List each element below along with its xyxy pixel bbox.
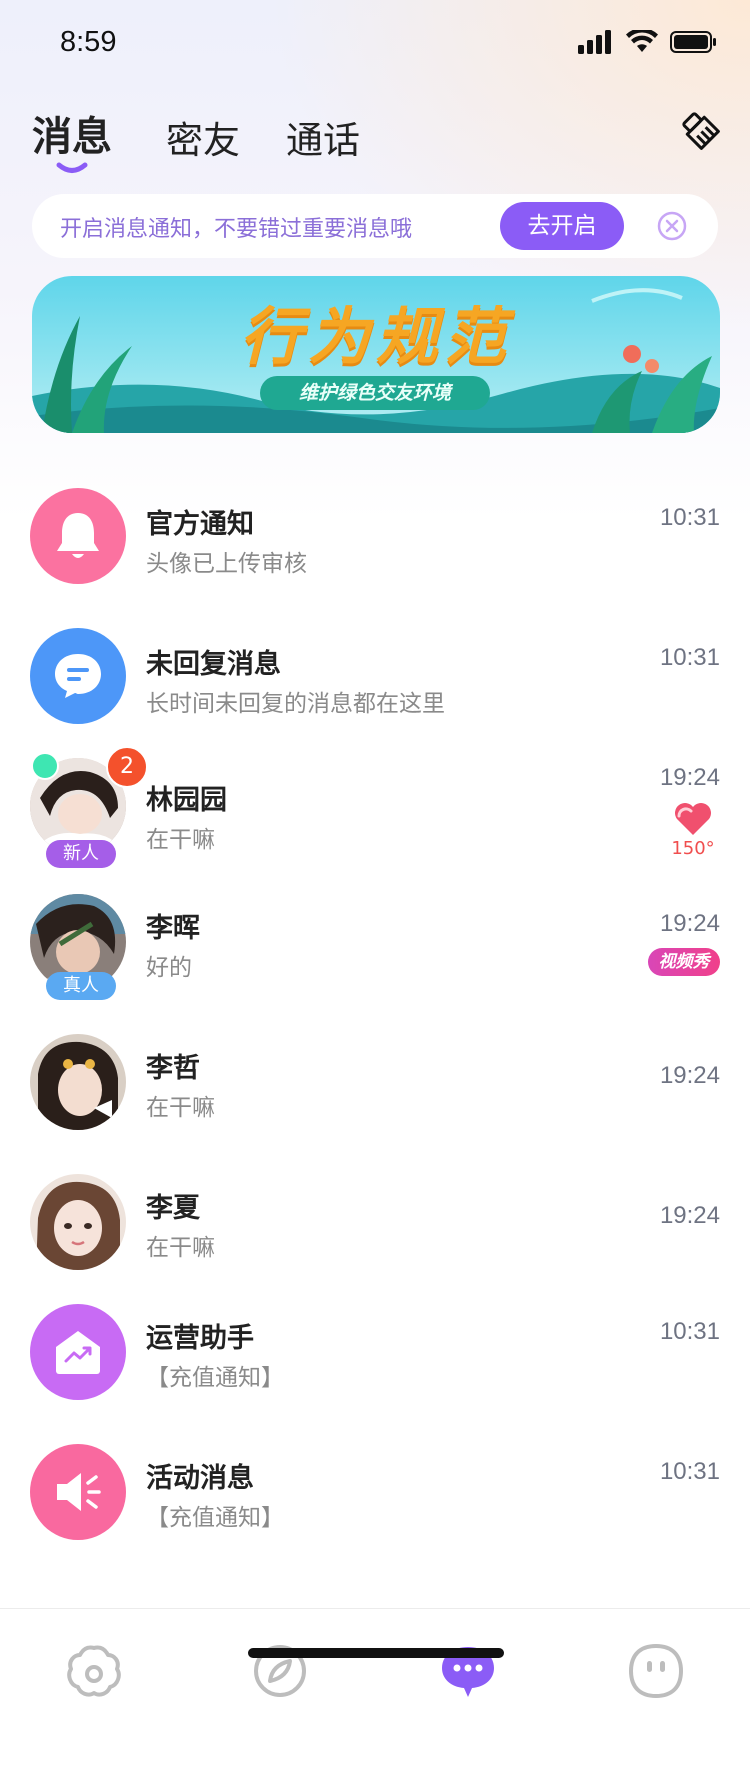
avatar <box>30 1174 126 1270</box>
conversation-item-official-notice[interactable]: 官方通知 头像已上传审核 10:31 <box>0 480 750 610</box>
unread-count-badge: 2 <box>106 746 148 788</box>
conversation-item-user[interactable]: 李哲 在干嘛 19:24 <box>0 1032 750 1162</box>
chat-bubble-icon <box>55 654 101 698</box>
banner-subtitle: 维护绿色交友环境 <box>260 376 490 410</box>
tab-messages[interactable]: 消息 <box>32 104 112 162</box>
avatar <box>30 1444 126 1540</box>
avatar <box>30 1034 126 1130</box>
conversation-time: 19:24 <box>659 1202 720 1229</box>
conversation-preview: 在干嘛 <box>146 1095 215 1121</box>
conversation-preview: 【充值通知】 <box>146 1505 284 1531</box>
conversation-item-activity[interactable]: 活动消息 【充值通知】 10:31 <box>0 1442 750 1572</box>
user-photo <box>30 1034 126 1130</box>
signal-icon <box>578 30 611 54</box>
conversation-name: 李哲 <box>146 1053 200 1084</box>
enable-notifications-button[interactable]: 去开启 <box>500 202 624 250</box>
battery-icon <box>670 31 716 53</box>
wifi-icon <box>626 30 658 52</box>
conversation-time: 19:24 <box>659 1062 720 1089</box>
conversation-time: 10:31 <box>659 644 720 671</box>
video-show-badge: 视频秀 <box>648 948 720 976</box>
notification-prompt: 开启消息通知，不要错过重要消息哦 去开启 <box>32 194 718 258</box>
trend-envelope-icon <box>56 1331 100 1374</box>
profile-face-icon[interactable] <box>626 1641 686 1701</box>
conversation-item-user[interactable]: 李夏 在干嘛 19:24 <box>0 1172 750 1302</box>
conversation-time: 10:31 <box>659 1318 720 1345</box>
online-status-dot <box>31 752 59 780</box>
status-bar: 8:59 <box>0 0 750 90</box>
conversation-name: 官方通知 <box>146 509 254 540</box>
avatar <box>30 1304 126 1400</box>
conversation-preview: 长时间未回复的消息都在这里 <box>146 691 445 717</box>
conversation-preview: 在干嘛 <box>146 827 215 853</box>
conversation-time: 19:24 <box>659 764 720 791</box>
status-icons <box>578 30 718 54</box>
conduct-rules-banner[interactable]: 行为规范 维护绿色交友环境 <box>32 276 720 433</box>
user-photo <box>30 1174 126 1270</box>
conversation-preview: 【充值通知】 <box>146 1365 284 1391</box>
conversation-name: 未回复消息 <box>146 649 281 680</box>
home-indicator <box>248 1648 504 1658</box>
tab-calls[interactable]: 通话 <box>286 110 360 164</box>
bell-icon <box>57 513 99 558</box>
conversation-name: 李夏 <box>146 1193 200 1224</box>
conversation-item-unreplied[interactable]: 未回复消息 长时间未回复的消息都在这里 10:31 <box>0 620 750 750</box>
status-time: 8:59 <box>60 26 117 58</box>
verified-real-tag: 真人 <box>46 972 116 1000</box>
conversation-item-operations-assistant[interactable]: 运营助手 【充值通知】 10:31 <box>0 1302 750 1432</box>
conversation-time: 19:24 <box>659 910 720 937</box>
active-tab-indicator <box>56 162 88 173</box>
tab-close-friends[interactable]: 密友 <box>166 110 240 164</box>
close-icon[interactable] <box>656 210 688 242</box>
conversation-preview: 好的 <box>146 955 192 981</box>
home-flower-icon[interactable] <box>64 1641 124 1701</box>
conversation-preview: 在干嘛 <box>146 1235 215 1261</box>
conversation-time: 10:31 <box>659 504 720 531</box>
banner-title: 行为规范 <box>239 300 512 373</box>
conversation-name: 运营助手 <box>146 1323 254 1354</box>
conversation-name: 林园园 <box>146 785 227 816</box>
conversation-item-user[interactable]: 真人 李晖 好的 19:24 视频秀 <box>0 892 750 1022</box>
heart-icon <box>675 803 711 835</box>
conversation-time: 10:31 <box>659 1458 720 1485</box>
clear-broom-icon[interactable] <box>680 110 720 150</box>
avatar <box>30 488 126 584</box>
avatar <box>30 628 126 724</box>
intimacy-indicator: 150° <box>670 802 716 859</box>
notification-prompt-text: 开启消息通知，不要错过重要消息哦 <box>60 217 413 242</box>
conversation-item-user[interactable]: 2 新人 林园园 在干嘛 19:24 150° <box>0 746 750 882</box>
conversation-preview: 头像已上传审核 <box>146 551 307 577</box>
bottom-navigation <box>0 1608 750 1771</box>
conversation-name: 李晖 <box>146 913 200 944</box>
conversation-name: 活动消息 <box>146 1463 254 1494</box>
intimacy-value: 150° <box>671 838 715 859</box>
new-user-tag: 新人 <box>46 840 116 868</box>
megaphone-icon <box>57 1473 101 1511</box>
